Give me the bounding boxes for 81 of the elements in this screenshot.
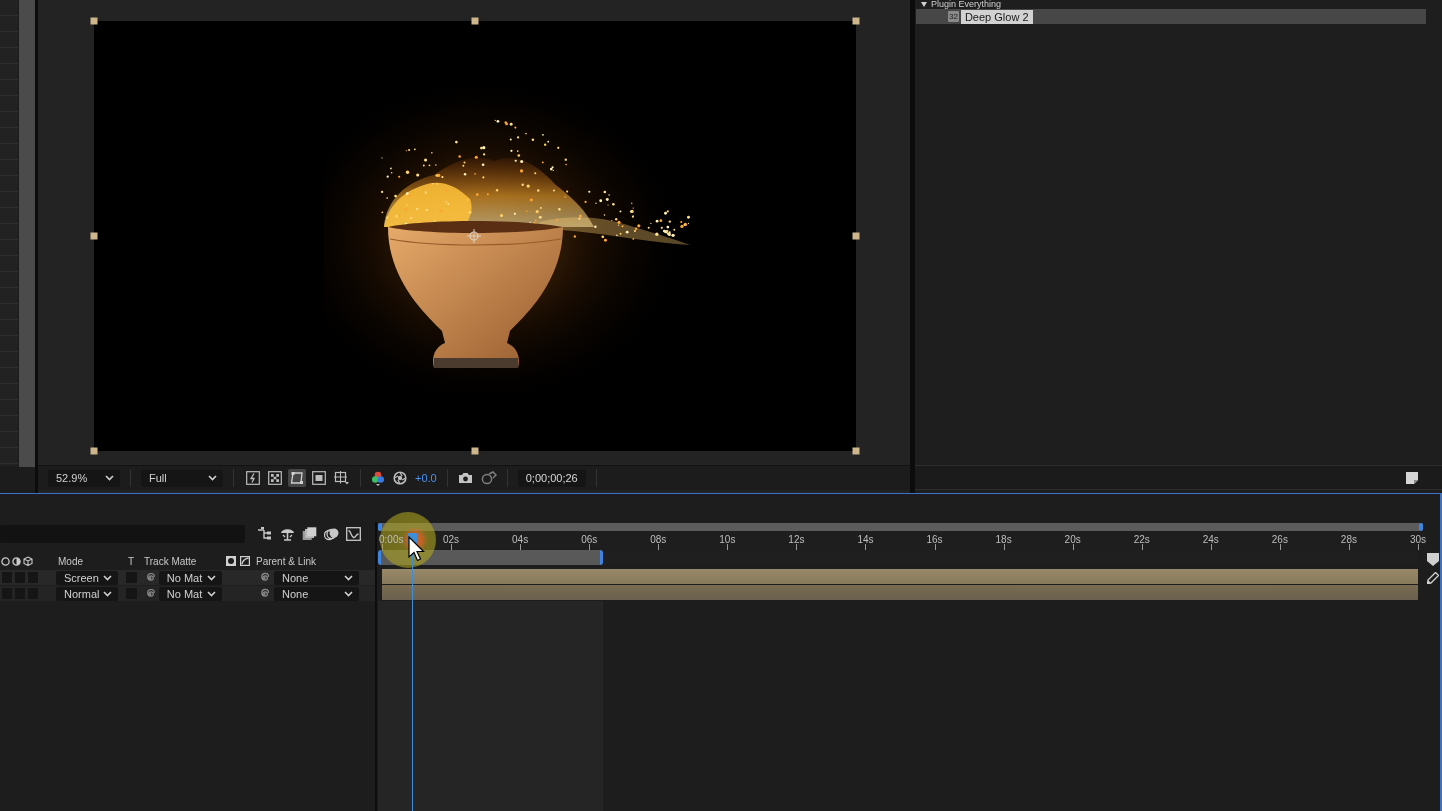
view-toggle-button[interactable] [288,469,306,487]
track-matte-dropdown[interactable]: No Mat [158,586,222,601]
time-ruler-label: 22s [1133,534,1150,545]
bit-depth-badge: 32 [948,11,959,22]
track-matte-dropdown[interactable]: No Mat [158,570,222,585]
checkerboard-icon [268,471,282,485]
time-ruler-label: 30s [1409,534,1427,545]
column-header: Mode [57,555,84,567]
stacked-frames-icon[interactable] [302,527,317,541]
scrollbar[interactable] [19,0,35,467]
chevron-down-icon [208,475,217,481]
mouse-cursor-icon [408,536,425,562]
resize-handle-icon[interactable] [90,447,98,455]
time-ruler-label: 18s [995,534,1012,545]
time-ruler-label: 14s [857,534,874,545]
view-toggle-button[interactable] [244,469,262,487]
time-ruler-label: 08s [650,534,667,545]
resize-handle-icon[interactable] [852,232,860,240]
square-curve-icon [240,556,250,566]
graph-editor-icon[interactable] [346,527,361,541]
region-frame-icon [312,471,326,485]
spiral-icon[interactable] [144,571,156,584]
effect-item[interactable]: 32 Deep Glow 2 [916,9,1426,24]
cube-icon [23,556,33,566]
blend-mode-dropdown[interactable]: Screen [56,570,118,585]
resize-handle-icon[interactable] [852,17,860,25]
color-channels-icon[interactable] [371,470,385,486]
column-header: Track Matte [143,555,198,567]
mask-path-icon [290,471,304,485]
time-ruler-label: 28s [1340,534,1357,545]
exposure-value[interactable]: +0.0 [415,472,437,484]
flowchart-icon[interactable] [258,527,273,541]
page-icon[interactable] [1406,471,1418,484]
resize-handle-icon[interactable] [90,17,98,25]
resize-handle-icon[interactable] [471,17,479,25]
anchor-point-icon[interactable] [467,229,481,243]
resize-handle-icon[interactable] [852,447,860,455]
time-ruler-label: 12s [788,534,805,545]
blend-mode-dropdown[interactable]: Normal [56,586,118,601]
time-ruler-label: 02s [443,534,460,545]
spiral-icon[interactable] [144,587,156,600]
chevron-down-icon [105,475,114,481]
view-toggle-button[interactable] [310,469,328,487]
spiral-icon[interactable] [258,571,270,584]
navigator-handle-icon[interactable] [378,523,382,531]
marker-icon[interactable] [1427,553,1439,566]
resize-handle-icon[interactable] [90,232,98,240]
timecode-field[interactable]: 0;00;00;26 [517,469,586,487]
column-header: T [127,555,136,567]
time-ruler-label: 16s [926,534,943,545]
snapshot-icon[interactable] [480,471,497,485]
pen-icon[interactable] [1427,572,1439,584]
layer-row[interactable]: Normal No Mat None [0,586,375,601]
square-circle-icon [226,556,236,566]
parent-dropdown[interactable]: None [274,570,359,585]
half-circle-icon [12,556,21,566]
zoom-dropdown[interactable]: 52.9% [48,469,120,487]
time-ruler-label: 10s [719,534,736,545]
layer-row[interactable]: Screen No Mat None [0,570,375,585]
resize-handle-icon[interactable] [471,447,479,455]
view-toggle-button[interactable] [266,469,284,487]
crosshair-square-icon [333,471,349,485]
overlapping-circles-icon[interactable] [324,527,339,541]
view-toggle-button[interactable] [332,469,350,487]
lamp-icon[interactable] [280,527,295,541]
resolution-dropdown[interactable]: Full [141,469,223,487]
parent-dropdown[interactable]: None [274,586,359,601]
aperture-icon[interactable] [393,471,407,485]
effect-category-label[interactable]: Plugin Everything [931,0,1002,9]
time-ruler-label: 24s [1202,534,1219,545]
time-ruler-label: 0:00s [379,534,404,545]
lightning-square-icon [246,471,260,485]
time-ruler-label: 20s [1064,534,1081,545]
column-header: Parent & Link [255,555,318,567]
spiral-icon[interactable] [258,587,270,600]
circle-icon [1,556,10,566]
time-ruler-label: 06s [581,534,598,545]
navigator-handle-icon[interactable] [1419,523,1423,531]
camera-icon[interactable] [457,472,473,484]
time-ruler-label: 26s [1271,534,1288,545]
time-ruler-label: 04s [512,534,529,545]
